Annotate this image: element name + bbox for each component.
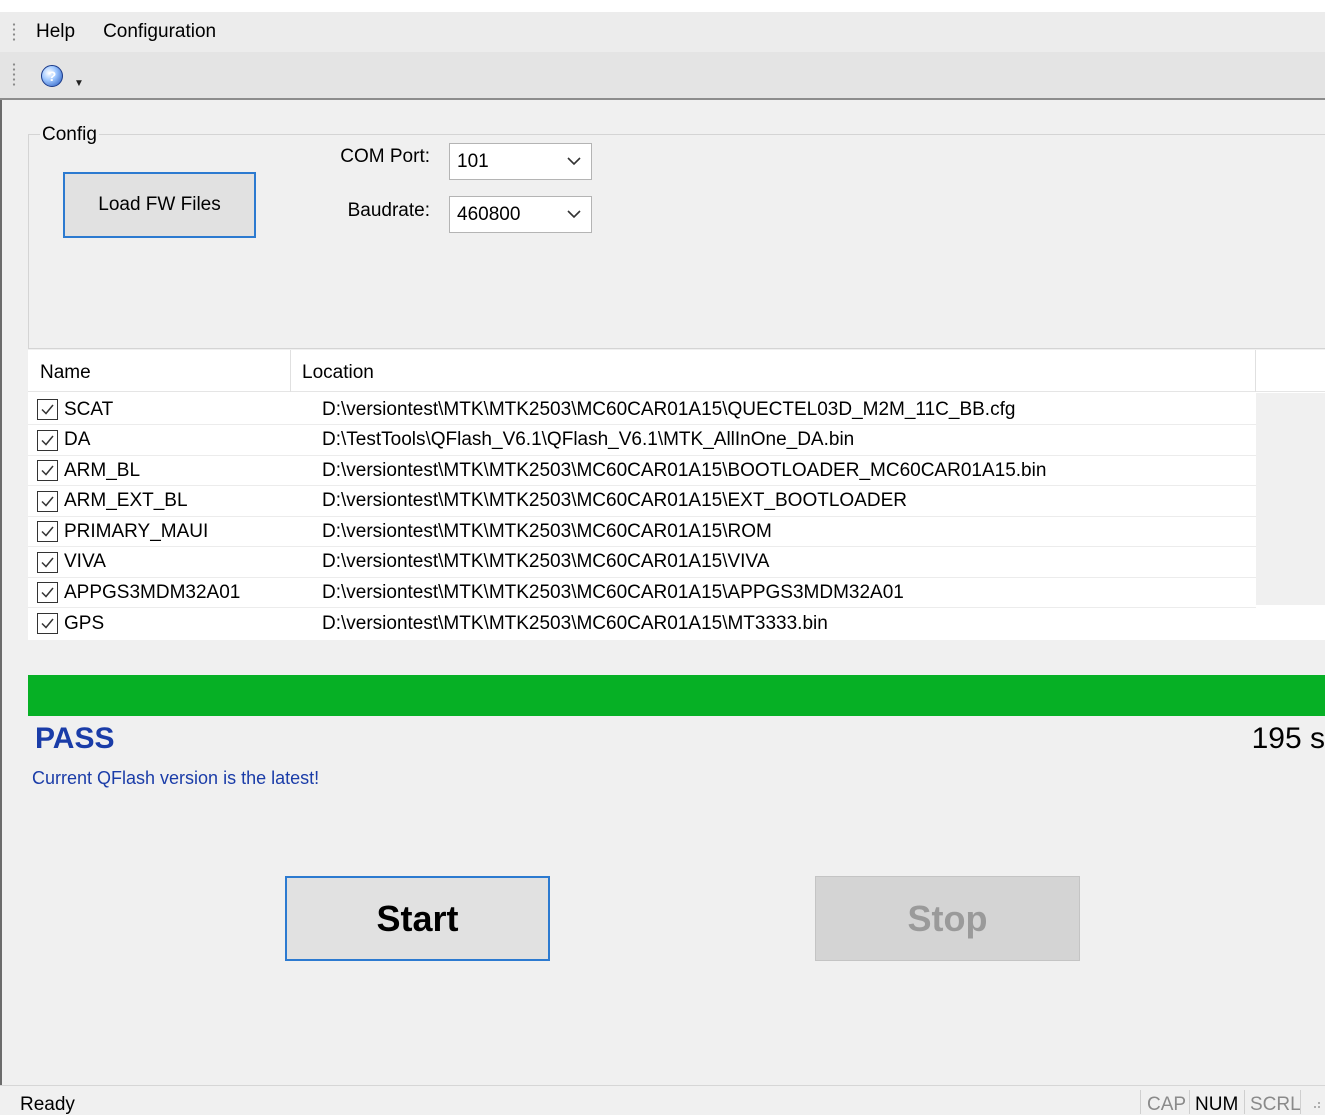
file-location: D:\TestTools\QFlash_V6.1\QFlash_V6.1\MTK… bbox=[322, 429, 855, 450]
help-icon: ? bbox=[41, 65, 63, 87]
file-name: APPGS3MDM32A01 bbox=[64, 581, 241, 603]
file-checkbox[interactable] bbox=[37, 429, 58, 451]
file-name: ARM_BL bbox=[64, 459, 141, 481]
resize-grip-icon[interactable] bbox=[1308, 1096, 1322, 1110]
toolbar-overflow-icon[interactable]: ▼ bbox=[74, 78, 84, 89]
progress-bar-fill bbox=[28, 675, 1325, 716]
toolbar: ? ▼ bbox=[0, 52, 1325, 100]
list-item[interactable]: APPGS3MDM32A01 D:\versiontest\MTK\MTK2503… bbox=[28, 578, 1256, 608]
chevron-down-icon bbox=[567, 157, 581, 166]
check-icon bbox=[41, 587, 54, 598]
column-header-location[interactable]: Location bbox=[290, 350, 1256, 392]
check-icon bbox=[41, 465, 54, 476]
check-icon bbox=[41, 435, 54, 446]
status-bar: Ready CAP NUM SCRL bbox=[0, 1085, 1325, 1115]
progress-bar bbox=[28, 675, 1325, 716]
config-groupbox bbox=[28, 134, 1325, 349]
help-toolbar-button[interactable]: ? bbox=[34, 58, 70, 94]
file-name: SCAT bbox=[64, 398, 114, 420]
file-checkbox[interactable] bbox=[37, 613, 58, 634]
start-button[interactable]: Start bbox=[285, 876, 550, 961]
window-top-edge bbox=[0, 0, 1325, 12]
file-location: D:\versiontest\MTK\MTK2503\MC60CAR01A15\… bbox=[322, 520, 772, 542]
menu-bar: Help Configuration bbox=[0, 12, 1325, 52]
file-name: DA bbox=[64, 429, 91, 450]
com-port-select[interactable]: 101 bbox=[449, 143, 592, 180]
scroll-lock-indicator: SCRL bbox=[1250, 1094, 1301, 1115]
check-icon bbox=[41, 618, 54, 629]
file-checkbox[interactable] bbox=[37, 551, 58, 573]
status-divider bbox=[1140, 1090, 1141, 1114]
result-status: PASS bbox=[35, 722, 115, 755]
stop-button[interactable]: Stop bbox=[815, 876, 1080, 961]
status-divider bbox=[1244, 1090, 1245, 1114]
elapsed-time: 195 s bbox=[1251, 722, 1325, 755]
file-name: VIVA bbox=[64, 551, 106, 572]
list-item[interactable]: DA D:\TestTools\QFlash_V6.1\QFlash_V6.1\M… bbox=[28, 426, 1256, 456]
status-text: Ready bbox=[20, 1094, 75, 1115]
status-divider bbox=[1189, 1090, 1190, 1114]
list-item[interactable]: VIVA D:\versiontest\MTK\MTK2503\MC60CAR01… bbox=[28, 548, 1256, 578]
file-checkbox[interactable] bbox=[37, 490, 58, 512]
file-name: GPS bbox=[64, 612, 105, 634]
file-checkbox[interactable] bbox=[37, 460, 58, 481]
baudrate-label: Baudrate: bbox=[347, 200, 430, 221]
check-icon bbox=[41, 557, 54, 568]
main-panel: Config Load FW Files COM Port: 101 Baudr… bbox=[0, 100, 1325, 1085]
file-name: ARM_EXT_BL bbox=[64, 490, 188, 511]
file-checkbox[interactable] bbox=[37, 399, 58, 420]
load-fw-files-button[interactable]: Load FW Files bbox=[63, 172, 256, 238]
check-icon bbox=[41, 496, 54, 507]
list-header-filler bbox=[1256, 350, 1325, 392]
menu-grip-handle[interactable] bbox=[12, 22, 16, 42]
config-group-label: Config bbox=[40, 124, 99, 146]
version-message: Current QFlash version is the latest! bbox=[32, 768, 320, 788]
list-header: Name Location bbox=[28, 350, 1256, 392]
list-item[interactable]: SCAT D:\versiontest\MTK\MTK2503\MC60CAR01… bbox=[28, 395, 1256, 425]
baudrate-select[interactable]: 460800 bbox=[449, 196, 592, 233]
num-lock-indicator: NUM bbox=[1195, 1094, 1239, 1115]
check-icon bbox=[41, 404, 54, 415]
caps-lock-indicator: CAP bbox=[1147, 1094, 1187, 1115]
file-location: D:\versiontest\MTK\MTK2503\MC60CAR01A15\… bbox=[322, 490, 907, 511]
chevron-down-icon bbox=[567, 210, 581, 219]
file-location: D:\versiontest\MTK\MTK2503\MC60CAR01A15\… bbox=[322, 581, 904, 603]
file-location: D:\versiontest\MTK\MTK2503\MC60CAR01A15\… bbox=[322, 551, 770, 572]
file-checkbox[interactable] bbox=[37, 582, 58, 603]
list-item[interactable]: GPS D:\versiontest\MTK\MTK2503\MC60CAR01A… bbox=[28, 609, 1256, 639]
status-divider bbox=[1300, 1090, 1301, 1114]
baudrate-value: 460800 bbox=[457, 203, 521, 225]
firmware-file-list[interactable]: Name Location SCAT D:\versiontest\MTK\MTK… bbox=[28, 350, 1325, 640]
list-item[interactable]: ARM_BL D:\versiontest\MTK\MTK2503\MC60CAR… bbox=[28, 456, 1256, 486]
menu-help[interactable]: Help bbox=[36, 21, 75, 43]
file-location: D:\versiontest\MTK\MTK2503\MC60CAR01A15\… bbox=[322, 612, 828, 634]
com-port-value: 101 bbox=[457, 150, 489, 172]
file-checkbox[interactable] bbox=[37, 521, 58, 542]
toolbar-grip-handle[interactable] bbox=[12, 62, 16, 88]
com-port-label: COM Port: bbox=[340, 146, 430, 167]
check-icon bbox=[41, 526, 54, 537]
list-item[interactable]: PRIMARY_MAUI D:\versiontest\MTK\MTK2503\M… bbox=[28, 517, 1256, 547]
menu-configuration[interactable]: Configuration bbox=[103, 21, 216, 43]
file-location: D:\versiontest\MTK\MTK2503\MC60CAR01A15\… bbox=[322, 459, 1047, 481]
file-location: D:\versiontest\MTK\MTK2503\MC60CAR01A15\… bbox=[322, 398, 1016, 420]
list-empty-area bbox=[1256, 393, 1325, 605]
file-name: PRIMARY_MAUI bbox=[64, 520, 209, 542]
column-header-name[interactable]: Name bbox=[28, 350, 290, 392]
list-item[interactable]: ARM_EXT_BL D:\versiontest\MTK\MTK2503\MC6… bbox=[28, 487, 1256, 517]
